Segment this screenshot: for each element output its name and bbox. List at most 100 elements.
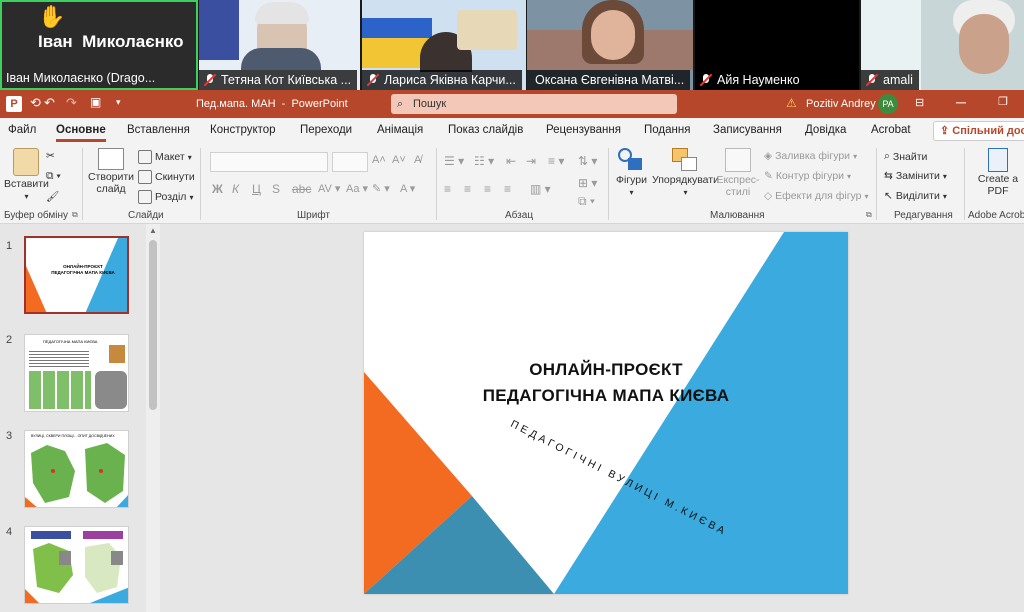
select-button[interactable]: ↖ Виділити ▾ — [884, 190, 947, 202]
ribbon-display-icon[interactable]: ⊟ — [915, 96, 924, 109]
change-case-icon[interactable]: Aa ▾ — [346, 182, 368, 195]
copy-icon[interactable]: ⧉ ▾ — [46, 170, 61, 183]
slide-number: 4 — [6, 526, 13, 538]
increase-font-icon[interactable]: A˄ — [372, 154, 386, 166]
minimize-icon[interactable]: ─ — [956, 94, 966, 110]
slide-thumbnail-1[interactable]: ОНЛАЙН-ПРОЄКТ ПЕДАГОГІЧНА МАПА КИЄВА — [24, 236, 129, 314]
tab-transitions[interactable]: Переходи — [300, 124, 352, 136]
user-avatar[interactable]: PA — [878, 94, 898, 114]
font-name-dropdown[interactable] — [210, 152, 328, 172]
section-icon — [138, 190, 152, 204]
dialog-launcher-icon[interactable]: ⧉ — [72, 210, 78, 220]
decrease-indent-icon[interactable]: ⇤ — [506, 154, 516, 168]
shape-effects-button[interactable]: ◇ Ефекти для фігур ▾ — [764, 190, 869, 202]
columns-icon[interactable]: ▥ ▾ — [530, 182, 551, 196]
char-spacing-icon[interactable]: AV ▾ — [318, 182, 340, 195]
scrollbar-thumb[interactable] — [149, 240, 157, 410]
create-pdf-button[interactable]: Create a PDF — [976, 148, 1020, 197]
cut-icon[interactable]: ✂ — [46, 150, 55, 162]
slide-thumbnail-2[interactable]: ПЕДАГОГІЧНА МАПА КИЄВА — [24, 334, 129, 412]
reset-icon — [138, 170, 152, 184]
shadow-icon[interactable]: S — [272, 182, 280, 196]
autosave-icon[interactable]: ⟲ — [30, 95, 41, 111]
dialog-launcher-icon[interactable]: ⧉ — [866, 210, 872, 220]
quick-styles-button[interactable]: Експрес-стилі — [716, 148, 760, 198]
slide-thumbnail-4[interactable] — [24, 526, 129, 604]
bold-icon[interactable]: Ж — [212, 182, 223, 196]
font-size-dropdown[interactable] — [332, 152, 368, 172]
redo-icon[interactable]: ↷ — [66, 95, 77, 111]
bullets-icon[interactable]: ☰ ▾ — [444, 154, 464, 168]
shape-fill-button[interactable]: ◈ Заливка фігури ▾ — [764, 150, 857, 162]
participant-tile-larysa[interactable]: Лариса Яківна Карчи... — [362, 0, 526, 90]
find-button[interactable]: ⌕ Знайти — [884, 150, 927, 163]
align-left-icon[interactable]: ≡ — [444, 182, 451, 196]
strikethrough-icon[interactable]: abc — [292, 182, 311, 196]
justify-icon[interactable]: ≡ — [504, 182, 511, 196]
text-direction-icon[interactable]: ⇅ ▾ — [578, 154, 597, 168]
user-name[interactable]: Pozitiv Andrey — [806, 98, 876, 110]
participant-photo — [591, 10, 635, 60]
customize-toolbar-icon[interactable]: ▾ — [116, 97, 121, 108]
slide-thumbnail-3[interactable]: ВУЛИЦІ, СКВЕРИ ПЛОЩІ... ОПИТ ДОСВІДЧЕНИХ — [24, 430, 129, 508]
align-text-icon[interactable]: ⊞ ▾ — [578, 176, 597, 190]
tab-acrobat[interactable]: Acrobat — [871, 124, 911, 136]
layout-button[interactable]: Макет ▾ — [138, 150, 192, 164]
tab-home[interactable]: Основне — [56, 124, 106, 142]
tab-file[interactable]: Файл — [8, 124, 36, 136]
participant-tile-oksana[interactable]: Оксана Євгенівна Матві... — [527, 0, 693, 90]
ribbon-home: Вставити ▾ ✂ ⧉ ▾ 🖌 Буфер обміну ⧉ Створи… — [0, 144, 1024, 224]
participant-tile-tetiana[interactable]: Тетяна Кот Київська ... — [199, 0, 360, 90]
mic-muted-icon — [203, 73, 217, 87]
tab-animations[interactable]: Анімація — [377, 124, 423, 136]
restore-icon[interactable]: ❐ — [998, 95, 1008, 108]
underline-icon[interactable]: Ц — [252, 182, 261, 196]
thumb2-text-block — [29, 349, 89, 367]
reset-button[interactable]: Скинути — [138, 170, 195, 184]
clear-formatting-icon[interactable]: A̸ — [414, 154, 421, 166]
shapes-button[interactable]: Фігури ▾ — [616, 148, 647, 197]
align-right-icon[interactable]: ≡ — [484, 182, 491, 196]
thumb3-title: ВУЛИЦІ, СКВЕРИ ПЛОЩІ... ОПИТ ДОСВІДЧЕНИХ — [31, 434, 115, 438]
undo-icon[interactable]: ↶ — [44, 95, 55, 111]
participant-tile-amali[interactable]: amali — [861, 0, 1024, 90]
smartart-icon[interactable]: ⧉ ▾ — [578, 194, 595, 209]
tab-slideshow[interactable]: Показ слайдів — [448, 124, 523, 136]
font-color-icon[interactable]: A ▾ — [400, 182, 415, 195]
warning-icon[interactable]: ⚠ — [786, 96, 797, 110]
align-center-icon[interactable]: ≡ — [464, 182, 471, 196]
tab-record[interactable]: Записування — [713, 124, 782, 136]
scroll-up-icon[interactable]: ▲ — [149, 226, 157, 235]
arrange-button[interactable]: Упорядкувати ▾ — [652, 148, 719, 197]
thumbnail-scrollbar[interactable]: ▲ — [146, 224, 160, 612]
line-spacing-icon[interactable]: ≡ ▾ — [548, 154, 564, 168]
increase-indent-icon[interactable]: ⇥ — [526, 154, 536, 168]
tab-view[interactable]: Подання — [644, 124, 690, 136]
tab-review[interactable]: Рецензування — [546, 124, 621, 136]
italic-icon[interactable]: К — [232, 182, 239, 196]
format-painter-icon[interactable]: 🖌 — [46, 190, 59, 203]
share-button[interactable]: ⇪ Спільний дос — [933, 121, 1024, 141]
participant-name: amali — [861, 70, 919, 90]
decrease-font-icon[interactable]: A˅ — [392, 154, 406, 166]
mic-muted-icon — [366, 73, 380, 87]
section-button[interactable]: Розділ ▾ — [138, 190, 193, 204]
tab-insert[interactable]: Вставлення — [127, 124, 190, 136]
present-icon[interactable]: ▣ — [90, 95, 101, 109]
tab-help[interactable]: Довідка — [805, 124, 846, 136]
tab-design[interactable]: Конструктор — [210, 124, 276, 136]
participant-name: Айя Науменко — [695, 70, 806, 90]
participant-tile-aya[interactable]: Айя Науменко — [695, 0, 859, 90]
numbering-icon[interactable]: ☷ ▾ — [474, 154, 494, 168]
main-slide-canvas[interactable]: ОНЛАЙН-ПРОЄКТ ПЕДАГОГІЧНА МАПА КИЄВА ПЕД… — [364, 232, 848, 594]
search-box[interactable]: ⌕ Пошук — [391, 94, 677, 114]
new-slide-button[interactable]: Створити слайд — [88, 148, 134, 195]
paste-button[interactable]: Вставити ▾ — [4, 148, 49, 201]
participant-tile-ivan[interactable]: ✋ Іван Миколаєнко Іван Миколаєнко (Drago… — [0, 0, 198, 90]
highlight-icon[interactable]: ✎ ▾ — [372, 182, 390, 195]
shape-outline-button[interactable]: ✎ Контур фігури ▾ — [764, 170, 851, 182]
replace-button[interactable]: ⇆ Замінити ▾ — [884, 170, 947, 182]
arrange-icon — [672, 148, 698, 172]
powerpoint-logo-icon: P — [6, 96, 22, 112]
thumb4-graphic — [25, 531, 128, 603]
